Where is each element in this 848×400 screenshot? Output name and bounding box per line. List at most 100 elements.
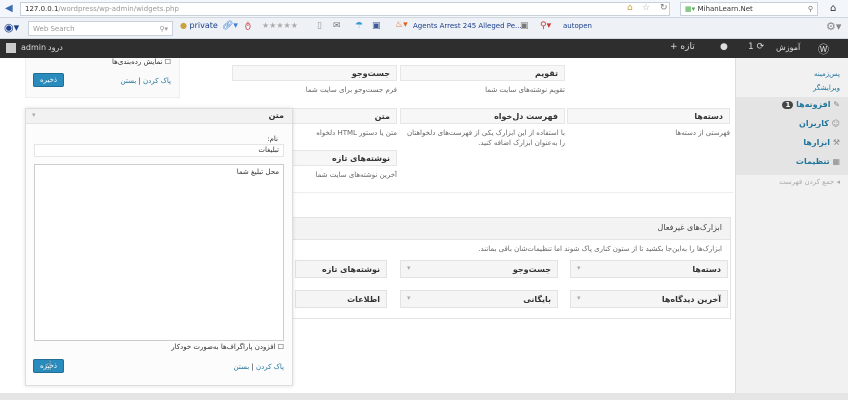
toolbar-logo-icon[interactable]: ◉▾ — [4, 21, 19, 34]
updates-count: 1 — [748, 42, 754, 52]
save-button[interactable]: ذخیره — [33, 73, 64, 87]
private-button[interactable]: ● private — [180, 21, 218, 30]
notes-icon[interactable]: ▯ — [317, 21, 322, 31]
widget-custom-menu[interactable]: فهرست دل‌خواه — [400, 108, 565, 124]
pin-icon[interactable]: ⚲▾ — [540, 21, 551, 31]
settings-gear-icon[interactable]: ⚙▾ — [826, 20, 841, 33]
new-label: تازه — [680, 42, 695, 52]
menu-users-label: کاربران — [799, 119, 829, 128]
comments-icon[interactable]: ● — [720, 42, 728, 52]
news-ticker[interactable]: Agents Arrest 245 Alleged Pe... — [413, 22, 522, 30]
link-icon[interactable]: 🔗︎▾ — [222, 21, 238, 31]
menu-users[interactable]: ☺ کاربران — [799, 119, 840, 128]
rating-icon[interactable]: ტ — [245, 21, 251, 31]
home-icon[interactable]: ⌂ — [627, 3, 633, 13]
search-engine-box[interactable]: ▦▾ MihanLearn.Net ⚲ — [680, 2, 818, 16]
widget-categories[interactable]: دسته‌ها — [567, 108, 730, 124]
inactive-widget-title: جست‌وجو — [512, 265, 551, 274]
show-hierarchy-label: نمایش رده‌بندی‌ها — [112, 58, 163, 66]
chevron-down-icon[interactable]: ▾ — [32, 111, 36, 119]
url-input[interactable]: 127.0.0.1/wordpress/wp-admin/widgets.php — [20, 2, 670, 16]
delete-link[interactable]: پاک کردن — [143, 77, 171, 85]
inactive-widget-title: نوشته‌های تازه — [321, 265, 380, 274]
chevron-down-icon[interactable]: ▾ — [407, 264, 411, 272]
collapse-menu[interactable]: ◂ جمع کردن فهرست — [779, 178, 840, 186]
menu-plugins[interactable]: ✎ افزونه‌ها 1 — [782, 100, 840, 109]
howdy-link[interactable]: درود — [48, 43, 63, 52]
widget-search-desc: فرم جست‌وجو برای سایت شما — [305, 86, 397, 94]
search-engine-name: MihanLearn.Net — [697, 5, 753, 13]
image-icon[interactable]: ▣ — [520, 21, 529, 31]
inactive-widget-title: بایگانی — [523, 295, 551, 304]
settings-icon: ▦ — [832, 157, 840, 166]
inactive-widget[interactable]: آخرین دیدگاه‌ها ▾ — [570, 290, 728, 308]
hand-cursor-icon: ☝ — [44, 359, 52, 374]
title-input[interactable]: تبلیغات — [34, 144, 284, 157]
autopen-button[interactable]: autopen — [563, 22, 592, 30]
content-textarea[interactable]: محل تبلیغ شما — [34, 164, 284, 341]
chevron-down-icon[interactable]: ▾ — [577, 294, 581, 302]
widget-calendar[interactable]: تقویم — [400, 65, 565, 81]
inactive-widget[interactable]: اطلاعات — [295, 290, 387, 308]
menu-tools[interactable]: ⚒ ابزارها — [803, 138, 840, 147]
back-icon[interactable]: ◀ — [5, 3, 13, 14]
submenu-background[interactable]: پس‌زمینه — [814, 70, 840, 78]
menu-settings-label: تنظیمات — [795, 157, 830, 166]
url-host: 127.0.0.1 — [25, 5, 59, 13]
inactive-widget[interactable]: بایگانی ▾ — [400, 290, 558, 308]
chevron-down-icon[interactable]: ▾ — [577, 264, 581, 272]
browser-url-bar: ◀ 127.0.0.1/wordpress/wp-admin/widgets.p… — [0, 0, 848, 18]
widget-calendar-desc: تقویم نوشته‌های سایت شما — [485, 86, 565, 94]
bookmark-star-icon[interactable]: ☆ — [642, 3, 650, 13]
avatar — [6, 43, 16, 53]
home-button-icon[interactable]: ⌂ — [830, 3, 836, 14]
auto-paragraph-checkbox[interactable]: ☐ افزودن پاراگراف‌ها به‌صورت خودکار — [171, 343, 284, 351]
open-widget-footer: ☐ نمایش رده‌بندی‌ها ذخیره پاک کردن | بست… — [25, 58, 180, 98]
wordpress-logo-icon[interactable]: Ⓦ — [818, 41, 829, 57]
admin-username[interactable]: admin — [21, 43, 46, 52]
close-link[interactable]: بستن — [121, 77, 137, 85]
addon-toolbar: ◉▾ Web Search ⚲▾ ● private 🔗︎▾ ტ ★★★★★ ▯ … — [0, 18, 848, 39]
inactive-widget[interactable]: دسته‌ها ▾ — [570, 260, 728, 278]
menu-settings[interactable]: ▦ تنظیمات — [796, 157, 840, 166]
plus-icon: + — [670, 42, 678, 52]
inactive-widget[interactable]: جست‌وجو ▾ — [400, 260, 558, 278]
text-widget-header[interactable]: ▾ متن — [26, 109, 292, 124]
update-badge: 1 — [782, 101, 794, 109]
facebook-icon[interactable]: ▣ — [372, 21, 381, 31]
site-name-link[interactable]: آموزش — [776, 43, 800, 52]
delete-link[interactable]: پاک کردن — [256, 363, 284, 371]
inactive-widget-title: اطلاعات — [347, 295, 380, 304]
new-content-button[interactable]: + تازه — [670, 42, 695, 52]
widget-search[interactable]: جست‌وجو — [232, 65, 397, 81]
close-link[interactable]: بستن — [234, 363, 250, 371]
widget-recent-posts-desc: آخرین نوشته‌های سایت شما — [315, 171, 397, 179]
submenu-editor[interactable]: ویرایشگر — [813, 84, 840, 92]
widget-text[interactable]: متن — [290, 108, 397, 124]
rating-stars[interactable]: ★★★★★ — [262, 21, 298, 30]
updates-button[interactable]: 1 ⟳ — [748, 42, 764, 52]
widget-recent-posts[interactable]: نوشته‌های تازه — [290, 150, 397, 166]
reload-icon[interactable]: ↻ — [660, 3, 668, 13]
show-hierarchy-checkbox[interactable]: ☐ نمایش رده‌بندی‌ها — [112, 58, 171, 66]
chevron-down-icon[interactable]: ▾ — [407, 294, 411, 302]
admin-menu: پس‌زمینه ویرایشگر ✎ افزونه‌ها 1 ☺ کاربرا… — [735, 58, 848, 398]
users-icon: ☺ — [831, 119, 840, 128]
web-search-input[interactable]: Web Search ⚲▾ — [28, 21, 173, 36]
collapse-menu-label: جمع کردن فهرست — [779, 178, 835, 186]
inactive-widgets-title[interactable]: ابزارک‌های غیرفعال — [289, 218, 730, 240]
fire-icon[interactable]: ♨▾ — [395, 20, 408, 30]
auto-paragraph-label: افزودن پاراگراف‌ها به‌صورت خودکار — [171, 343, 276, 351]
mail-icon[interactable]: ✉ — [333, 21, 341, 31]
widget-custom-menu-desc: با استفاده از این ابزارک یکی از فهرست‌ها… — [406, 129, 565, 147]
wp-admin-bar: admin درود + تازه ● 1 ⟳ آموزش Ⓦ — [0, 39, 848, 58]
inactive-widget-title: دسته‌ها — [692, 265, 721, 274]
menu-tools-label: ابزارها — [803, 138, 831, 147]
private-label: private — [189, 21, 218, 30]
search-icon: ⚲▾ — [159, 25, 168, 33]
inactive-widget[interactable]: نوشته‌های تازه — [295, 260, 387, 278]
widget-categories-desc: فهرستی از دسته‌ها — [675, 129, 730, 137]
menu-plugins-label: افزونه‌ها — [796, 100, 831, 109]
inactive-widget-title: آخرین دیدگاه‌ها — [661, 295, 721, 304]
weather-icon[interactable]: ☂ — [355, 21, 363, 31]
